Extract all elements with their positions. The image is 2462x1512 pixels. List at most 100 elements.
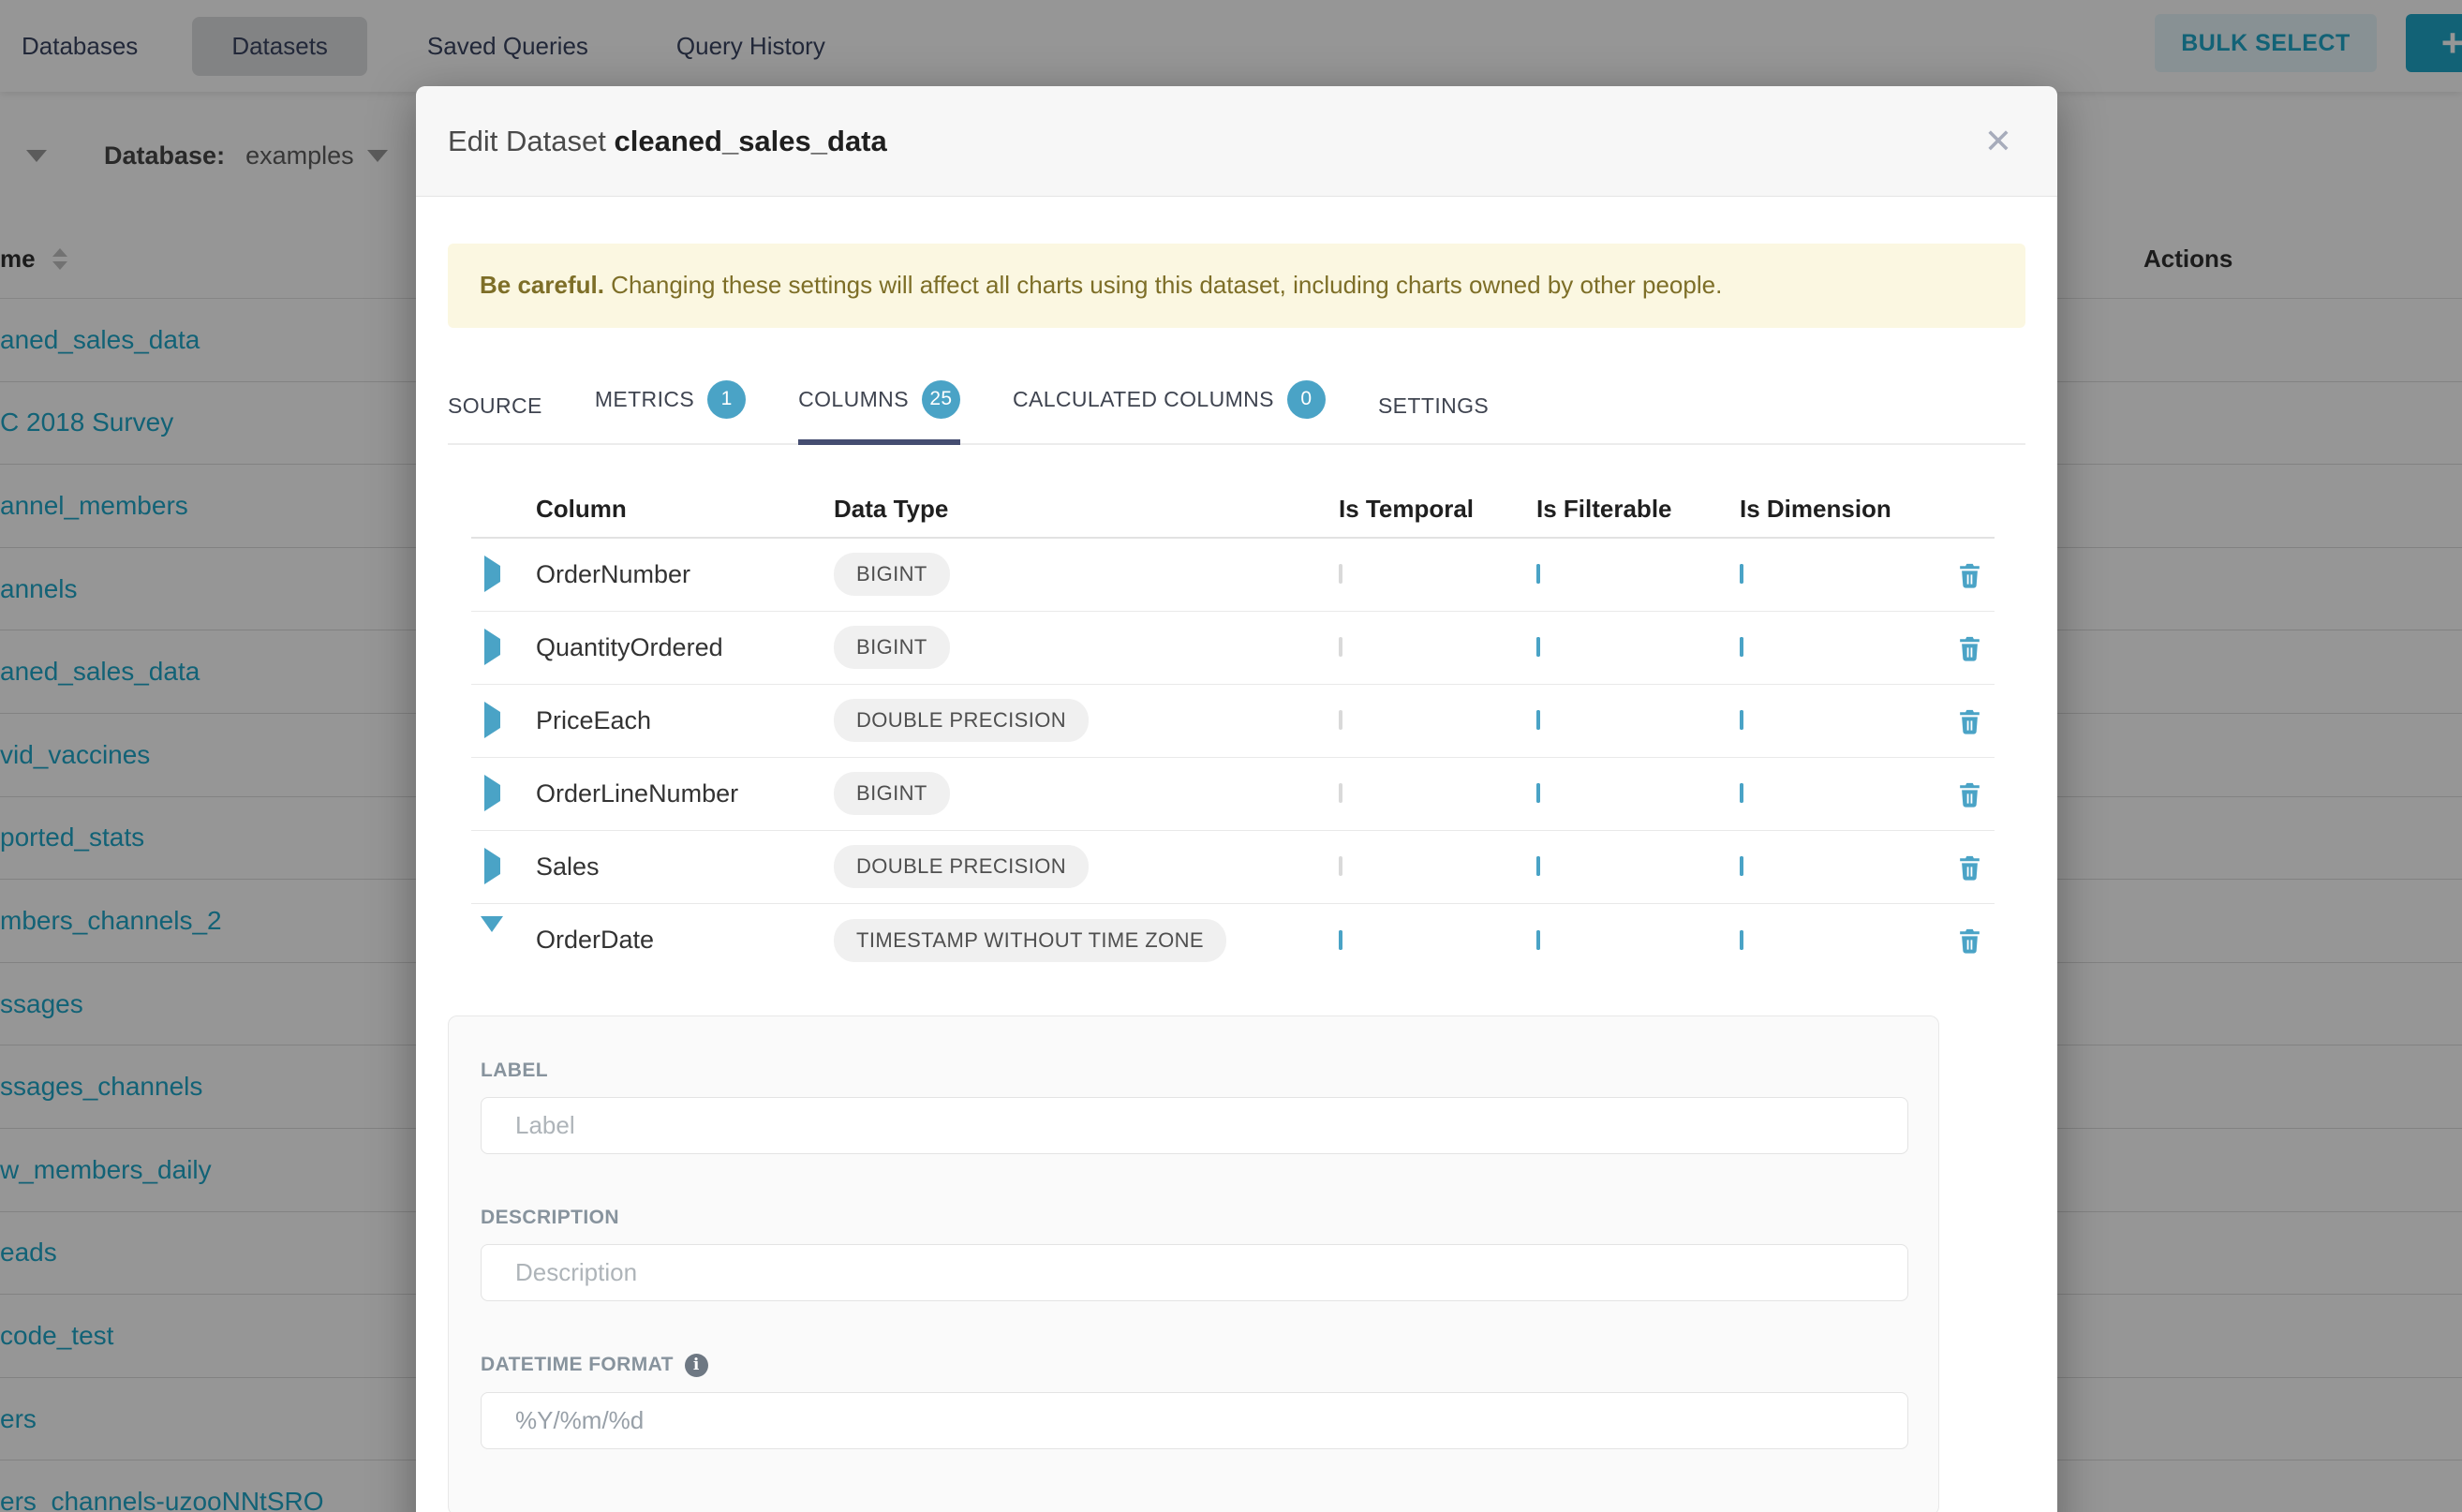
expand-caret-icon[interactable] [484, 629, 500, 665]
label-field-label: LABEL [481, 1060, 1906, 1082]
expand-cell [471, 932, 536, 949]
column-row: OrderDateTIMESTAMP WITHOUT TIME ZONE [471, 904, 1995, 977]
column-name: OrderLineNumber [536, 779, 834, 808]
header-is-temporal: Is Temporal [1339, 495, 1536, 524]
is-temporal-checkbox[interactable] [1339, 930, 1342, 950]
is-temporal-checkbox-cell [1339, 932, 1536, 949]
is-dimension-checkbox[interactable] [1740, 930, 1743, 950]
modal-body: Be careful. Changing these settings will… [416, 197, 2057, 1512]
column-row: QuantityOrderedBIGINT [471, 612, 1995, 685]
is-filterable-checkbox[interactable] [1536, 783, 1540, 803]
expand-caret-icon[interactable] [484, 848, 500, 884]
is-dimension-checkbox[interactable] [1740, 856, 1743, 876]
datetime-format-input[interactable] [481, 1392, 1908, 1449]
header-column: Column [536, 495, 834, 524]
label-input[interactable] [481, 1097, 1908, 1154]
data-type-cell: DOUBLE PRECISION [834, 699, 1339, 742]
data-type-badge: BIGINT [834, 626, 950, 669]
data-type-cell: BIGINT [834, 772, 1339, 815]
delete-cell [1945, 852, 1995, 882]
tab-calculated-columns[interactable]: CALCULATED COLUMNS0 [1013, 371, 1326, 445]
tab-label: COLUMNS [798, 387, 909, 412]
collapse-caret-icon[interactable] [481, 916, 503, 948]
is-dimension-checkbox[interactable] [1740, 637, 1743, 657]
header-data-type: Data Type [834, 495, 1339, 524]
tab-source[interactable]: SOURCE [448, 384, 542, 445]
is-temporal-checkbox[interactable] [1339, 783, 1342, 803]
tab-count-badge: 25 [922, 380, 960, 419]
is-temporal-checkbox-cell [1339, 639, 1536, 656]
data-type-cell: BIGINT [834, 626, 1339, 669]
warning-bold-text: Be careful. [480, 271, 604, 299]
is-dimension-checkbox-cell [1740, 858, 1945, 875]
data-type-badge: BIGINT [834, 553, 950, 596]
delete-cell [1945, 706, 1995, 735]
is-dimension-checkbox[interactable] [1740, 564, 1743, 584]
is-filterable-checkbox[interactable] [1536, 930, 1540, 950]
tab-metrics[interactable]: METRICS1 [595, 371, 746, 445]
column-detail-panel: LABEL DESCRIPTION DATETIME FORMAT i [448, 1015, 1939, 1512]
datetime-format-field-group: DATETIME FORMAT i [481, 1354, 1906, 1449]
expand-caret-icon[interactable] [484, 702, 500, 738]
is-dimension-checkbox-cell [1740, 639, 1945, 656]
data-type-cell: BIGINT [834, 553, 1339, 596]
expand-caret-icon[interactable] [484, 775, 500, 811]
is-dimension-checkbox-cell [1740, 566, 1945, 583]
is-dimension-checkbox-cell [1740, 785, 1945, 802]
modal-title: Edit Dataset cleaned_sales_data [448, 125, 887, 158]
is-dimension-checkbox[interactable] [1740, 710, 1743, 730]
trash-icon[interactable] [1955, 560, 1984, 589]
is-temporal-checkbox[interactable] [1339, 856, 1342, 876]
tab-count-badge: 1 [707, 380, 746, 419]
column-row: OrderLineNumberBIGINT [471, 758, 1995, 831]
is-filterable-checkbox-cell [1536, 785, 1740, 802]
trash-icon[interactable] [1955, 706, 1984, 735]
close-icon[interactable]: ✕ [1984, 125, 2012, 158]
datetime-format-field-label: DATETIME FORMAT i [481, 1354, 1906, 1377]
data-type-badge: TIMESTAMP WITHOUT TIME ZONE [834, 919, 1226, 962]
tab-label: SETTINGS [1378, 393, 1489, 419]
trash-icon[interactable] [1955, 852, 1984, 882]
datetime-format-label-text: DATETIME FORMAT [481, 1354, 674, 1376]
column-row: PriceEachDOUBLE PRECISION [471, 685, 1995, 758]
is-temporal-checkbox-cell [1339, 785, 1536, 802]
is-filterable-checkbox[interactable] [1536, 564, 1540, 584]
is-filterable-checkbox[interactable] [1536, 710, 1540, 730]
modal-title-dataset-name: cleaned_sales_data [615, 125, 887, 157]
delete-cell [1945, 560, 1995, 589]
is-temporal-checkbox[interactable] [1339, 564, 1342, 584]
modal-header: Edit Dataset cleaned_sales_data ✕ [416, 86, 2057, 197]
tab-settings[interactable]: SETTINGS [1378, 384, 1489, 445]
columns-table: Column Data Type Is Temporal Is Filterab… [471, 482, 1995, 977]
description-input[interactable] [481, 1244, 1908, 1301]
tab-columns[interactable]: COLUMNS 25 [798, 371, 960, 445]
is-filterable-checkbox[interactable] [1536, 637, 1540, 657]
expand-cell [471, 858, 536, 875]
column-name: OrderNumber [536, 560, 834, 589]
delete-cell [1945, 633, 1995, 662]
info-icon[interactable]: i [685, 1354, 708, 1377]
tab-label: CALCULATED COLUMNS [1013, 387, 1274, 412]
is-filterable-checkbox-cell [1536, 932, 1740, 949]
edit-dataset-modal: Edit Dataset cleaned_sales_data ✕ Be car… [416, 86, 2057, 1512]
column-name: PriceEach [536, 706, 834, 735]
column-name: QuantityOrdered [536, 633, 834, 662]
trash-icon[interactable] [1955, 779, 1984, 808]
header-is-filterable: Is Filterable [1536, 495, 1740, 524]
delete-cell [1945, 926, 1995, 955]
trash-icon[interactable] [1955, 926, 1984, 955]
is-dimension-checkbox[interactable] [1740, 783, 1743, 803]
trash-icon[interactable] [1955, 633, 1984, 662]
is-filterable-checkbox[interactable] [1536, 856, 1540, 876]
data-type-badge: DOUBLE PRECISION [834, 845, 1089, 888]
column-name: Sales [536, 852, 834, 882]
data-type-cell: DOUBLE PRECISION [834, 845, 1339, 888]
expand-cell [471, 785, 536, 802]
is-temporal-checkbox[interactable] [1339, 637, 1342, 657]
expand-cell [471, 639, 536, 656]
is-temporal-checkbox-cell [1339, 858, 1536, 875]
is-temporal-checkbox[interactable] [1339, 710, 1342, 730]
header-is-dimension: Is Dimension [1740, 495, 1945, 524]
expand-caret-icon[interactable] [484, 556, 500, 592]
datasets-page: DatabasesDatasetsSaved QueriesQuery Hist… [0, 0, 2462, 1512]
